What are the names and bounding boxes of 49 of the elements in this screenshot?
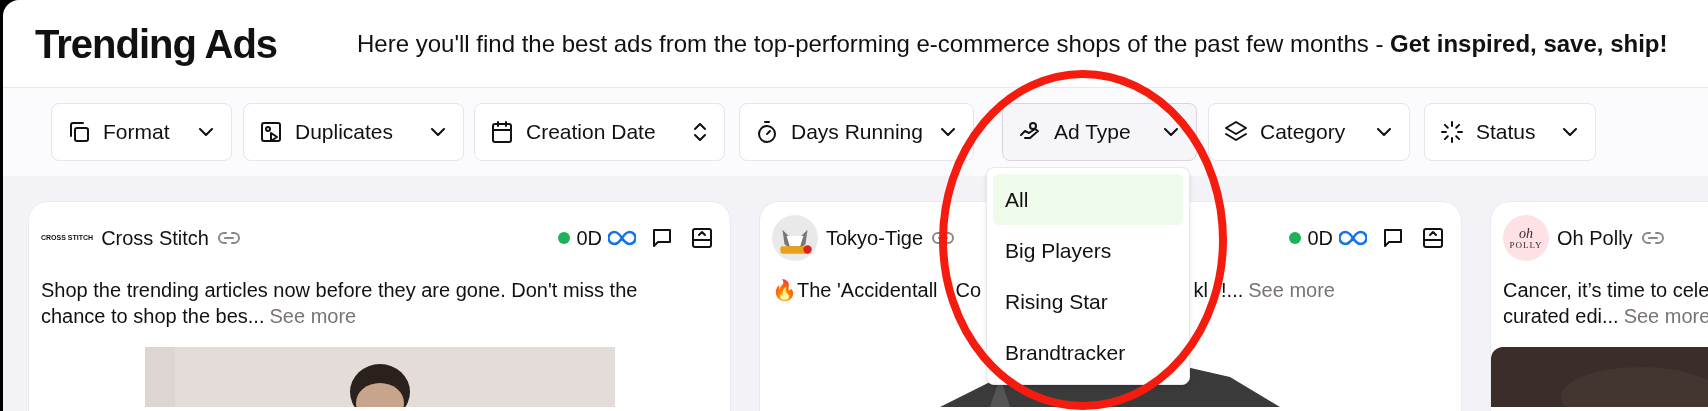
comment-icon xyxy=(650,226,674,250)
archive-icon xyxy=(690,226,714,250)
copy-icon xyxy=(67,120,91,144)
brand-name[interactable]: Cross Stitch xyxy=(101,223,209,253)
filter-button[interactable]: Duplicates xyxy=(243,103,464,161)
filter-button[interactable]: Category xyxy=(1208,103,1410,161)
menu-item[interactable]: Big Players xyxy=(993,225,1183,276)
filter-button[interactable]: Status xyxy=(1424,103,1596,161)
chevron-down-icon xyxy=(1377,128,1391,136)
days-count: 0D xyxy=(576,226,602,251)
page-tagline: Here you'll find the best ads from the top-performing e-commerce shops of the past few months - Get inspired, save, ship! xyxy=(357,28,1668,59)
filter-button[interactable]: Ad Type xyxy=(1002,103,1197,161)
brand-name[interactable]: Oh Polly xyxy=(1557,223,1633,253)
chevron-down-icon xyxy=(1563,128,1577,136)
calendar-icon xyxy=(490,120,514,144)
see-more-link[interactable]: See more xyxy=(269,303,357,329)
ad-text: Shop the trending articles now before they are gone. Don't miss the xyxy=(41,278,639,303)
see-more-link[interactable]: See more xyxy=(1248,277,1335,303)
chevron-down-icon xyxy=(431,128,445,136)
filter-button[interactable]: Format xyxy=(51,103,232,161)
ad-text: chance to shop the bes... xyxy=(41,304,265,329)
page-title: Trending Ads xyxy=(35,20,279,68)
chevron-down-icon xyxy=(941,128,955,136)
menu-item[interactable]: Rising Star xyxy=(993,276,1183,327)
layers-icon xyxy=(1224,120,1248,144)
ad-text: curated edi... xyxy=(1503,304,1619,329)
filter-button[interactable]: Creation Date xyxy=(474,103,725,161)
chevron-down-icon xyxy=(1164,128,1178,136)
infinity-icon xyxy=(608,230,636,246)
sort-icon xyxy=(694,123,706,141)
ad-text: kl xyxy=(1193,278,1209,303)
ad-text: !... xyxy=(1221,278,1244,303)
infinity-icon xyxy=(1339,230,1367,246)
ad-text: 🔥The 'Accidentall xyxy=(772,278,938,303)
stopwatch-icon xyxy=(755,120,779,144)
filter-button[interactable]: Days Running xyxy=(739,103,974,161)
menu-item[interactable]: Brandtracker xyxy=(993,327,1183,378)
brand-name[interactable]: Tokyo-Tige xyxy=(826,223,924,253)
comment-icon xyxy=(1381,226,1405,250)
days-count: 0D xyxy=(1307,226,1333,251)
brand-logo xyxy=(772,215,818,261)
brand-logo: oh POLLY xyxy=(1503,215,1549,261)
video-image-icon xyxy=(259,120,283,144)
loader-icon xyxy=(1440,120,1464,144)
menu-item[interactable]: All xyxy=(993,174,1183,225)
ad-text: Cancer, it’s time to cele xyxy=(1503,278,1708,303)
ad-text: Co xyxy=(955,278,982,303)
archive-icon xyxy=(1421,226,1445,250)
chevron-down-icon xyxy=(199,128,213,136)
